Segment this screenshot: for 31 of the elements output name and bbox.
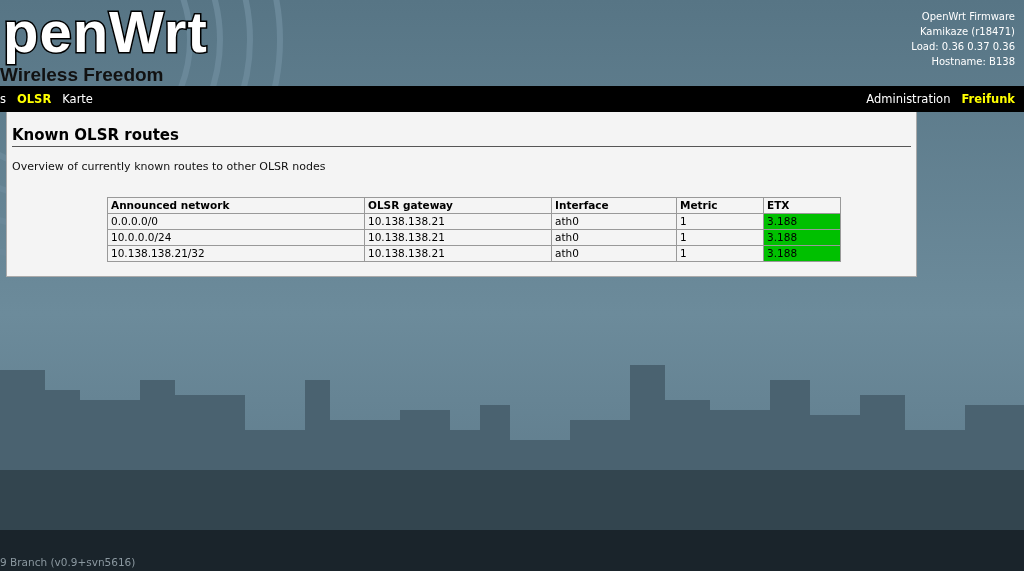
firmware-info: Load: 0.36 0.37 0.36	[911, 40, 1015, 54]
column-header: ETX	[763, 197, 841, 214]
table-cell: 1	[676, 213, 764, 230]
table-cell: 1	[676, 245, 764, 262]
logo-title: penWrt	[2, 0, 209, 64]
table-cell: 10.138.138.21	[364, 245, 552, 262]
table-cell: 0.0.0.0/0	[107, 213, 365, 230]
column-header: OLSR gateway	[364, 197, 552, 214]
nav-link[interactable]: Karte	[62, 92, 93, 106]
column-header: Metric	[676, 197, 764, 214]
table-cell: ath0	[551, 213, 677, 230]
table-cell: 1	[676, 229, 764, 246]
logo-subtitle: Wireless Freedom	[0, 64, 165, 86]
column-header: Interface	[551, 197, 677, 214]
nav-link[interactable]: Administration	[866, 92, 951, 106]
column-header: Announced network	[107, 197, 365, 214]
table-cell: 10.138.138.21	[364, 229, 552, 246]
table-cell: ath0	[551, 245, 677, 262]
firmware-info: Hostname: B138	[931, 55, 1015, 69]
table-cell: 10.138.138.21	[364, 213, 552, 230]
table-cell: 10.0.0.0/24	[107, 229, 365, 246]
firmware-info: Kamikaze (r18471)	[919, 25, 1015, 39]
table-cell: 10.138.138.21/32	[107, 245, 365, 262]
nav-link[interactable]: Freifunk	[961, 92, 1015, 106]
firmware-info: OpenWrt Firmware	[921, 10, 1015, 24]
nav-link[interactable]: s	[0, 92, 6, 106]
nav-link[interactable]: OLSR	[17, 92, 52, 106]
page-title: Known OLSR routes	[12, 126, 911, 147]
page-description: Overview of currently known routes to other OLSR nodes	[12, 160, 327, 173]
table-cell: ath0	[551, 229, 677, 246]
version-footer: 9 Branch (v0.9+svn5616)	[0, 556, 1024, 571]
